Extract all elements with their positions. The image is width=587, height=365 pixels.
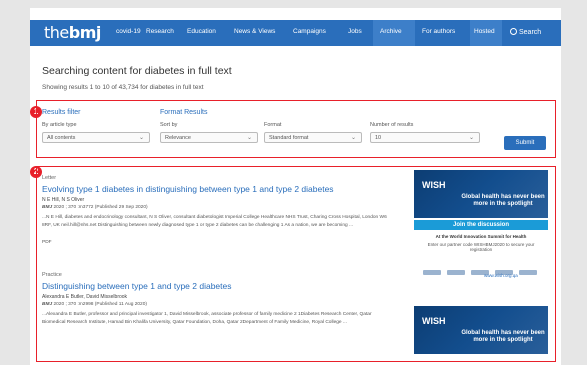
citation-details: 2020 ; 370 :m2998 (Published 11 Aug 2020… [52, 302, 147, 307]
chevron-down-icon: ⌄ [350, 135, 356, 141]
partner-logos [420, 262, 542, 275]
chevron-down-icon: ⌄ [468, 135, 474, 141]
result-citation: BMJ 2020 ; 370 :m2998 (Published 11 Aug … [42, 302, 147, 307]
submit-button[interactable]: Submit [504, 136, 546, 150]
advert-headline: Global health has never been more in the… [461, 194, 545, 207]
nav-item-research[interactable]: Research [146, 28, 174, 35]
logo-bold: bmj [68, 23, 102, 42]
nav-item-hosted[interactable]: Hosted [474, 28, 495, 35]
citation-details: 2020 ; 370 :m3772 (Published 29 Sep 2020… [52, 205, 148, 210]
search-icon [510, 28, 517, 35]
advert-small-text: Enter our partner code WISHBMJ2020 to se… [427, 242, 535, 252]
sort-by-select[interactable]: Relevance ⌄ [160, 132, 258, 143]
wish-advert[interactable]: WISH Global health has never been more i… [414, 170, 548, 280]
sort-by-value: Relevance [165, 135, 191, 141]
page: thebmj covid-19 Research Education News … [30, 8, 561, 365]
journal-name: BMJ [42, 205, 53, 210]
nav-search[interactable]: Search [510, 27, 541, 36]
result-authors: Alexandra E Butler, David Misselbrook [42, 294, 128, 300]
advert-summit-text: At the World Innovation Summit for Healt… [435, 234, 527, 239]
advert-banner: WISH Global health has never been more i… [414, 306, 548, 354]
article-type-select[interactable]: All contents ⌄ [42, 132, 150, 143]
sort-by-label: Sort by [160, 122, 178, 128]
format-results-title: Format Results [160, 109, 208, 116]
page-title: Searching content for diabetes in full t… [42, 65, 232, 77]
result-authors: N E Hill, N S Oliver [42, 197, 85, 203]
result-title-link[interactable]: Evolving type 1 diabetes in distinguishi… [42, 184, 334, 194]
result-title-link[interactable]: Distinguishing between type 1 and type 2… [42, 281, 232, 291]
chevron-down-icon: ⌄ [138, 135, 144, 141]
number-results-label: Number of results [370, 122, 414, 128]
wish-logo: WISH [422, 180, 446, 190]
nav-item-archive[interactable]: Archive [380, 28, 402, 35]
wish-advert-2[interactable]: WISH Global health has never been more i… [414, 306, 548, 354]
results-filter-title: Results filter [42, 109, 81, 116]
result-snippet: ...Alexandra E Butler, professor and pri… [42, 312, 372, 325]
advert-headline: Global health has never been more in the… [461, 330, 545, 343]
result-citation: BMJ 2020 ; 370 :m3772 (Published 29 Sep … [42, 205, 148, 210]
number-results-value: 10 [375, 135, 382, 141]
result-type: Letter [42, 175, 57, 181]
join-discussion-button[interactable]: Join the discussion [414, 220, 548, 230]
format-select[interactable]: Standard format ⌄ [264, 132, 362, 143]
format-value: Standard format [269, 135, 309, 141]
nav-item-for-authors[interactable]: For authors [422, 28, 455, 35]
result-snippet: ...N E Hill, diabetes and endocrinology … [42, 215, 387, 228]
nav-item-jobs[interactable]: Jobs [348, 28, 362, 35]
number-results-select[interactable]: 10 ⌄ [370, 132, 480, 143]
format-label: Format [264, 122, 282, 128]
result-type: Practice [42, 272, 62, 278]
nav-item-news-views[interactable]: News & Views [234, 28, 275, 35]
results-count: Showing results 1 to 10 of 43,734 for di… [42, 84, 204, 91]
top-nav: thebmj covid-19 Research Education News … [30, 20, 561, 46]
advert-banner: WISH Global health has never been more i… [414, 170, 548, 218]
bmj-logo[interactable]: thebmj [44, 23, 101, 42]
nav-item-campaigns[interactable]: Campaigns [293, 28, 326, 35]
article-type-label: By article type [42, 122, 77, 128]
nav-item-covid[interactable]: covid-19 [116, 28, 141, 35]
nav-item-education[interactable]: Education [187, 28, 216, 35]
result-pdf-link[interactable]: PDF [42, 240, 52, 245]
results-filter-panel [36, 100, 556, 158]
nav-search-label: Search [519, 29, 542, 36]
advert-url[interactable]: www.wish.org.qa [484, 273, 518, 278]
logo-thin: the [44, 23, 69, 42]
chevron-down-icon: ⌄ [246, 135, 252, 141]
article-type-value: All contents [47, 135, 76, 141]
wish-logo: WISH [422, 316, 446, 326]
journal-name: BMJ [42, 302, 53, 307]
